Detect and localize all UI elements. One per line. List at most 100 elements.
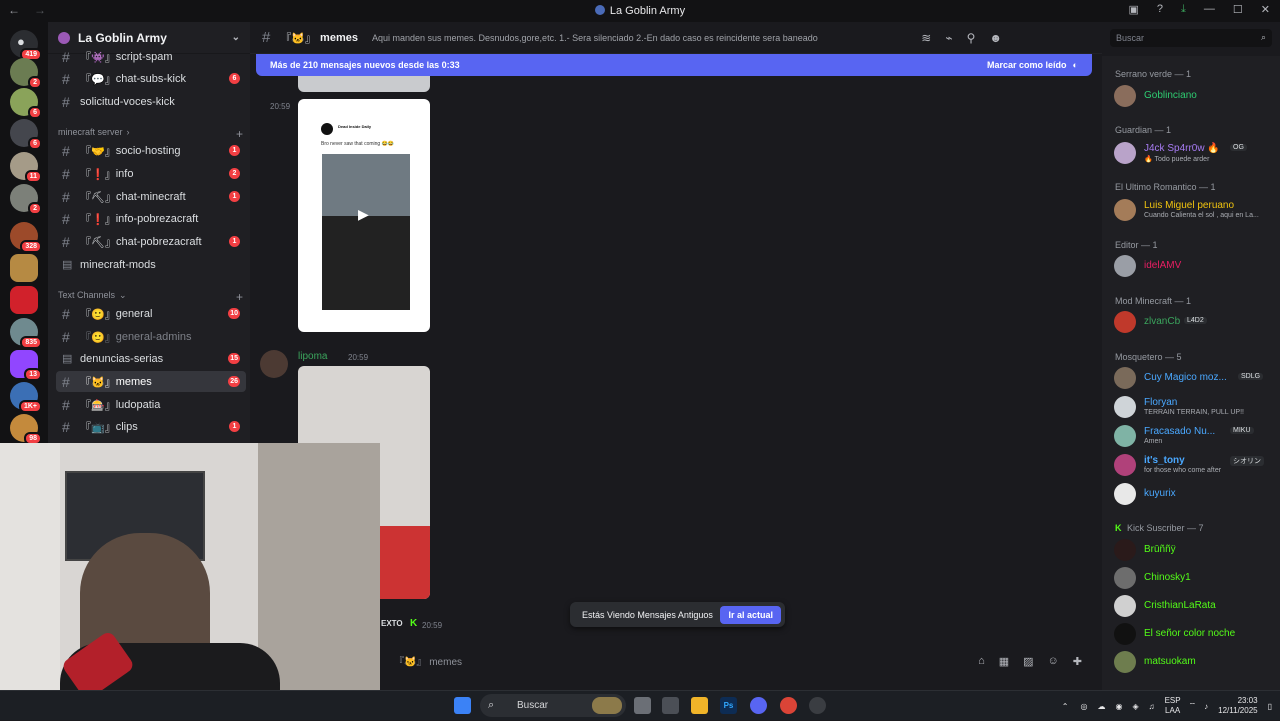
server-icon[interactable]: 835 (10, 318, 42, 349)
new-messages-bar[interactable]: Más de 210 mensajes nuevos desde las 0:3… (256, 54, 1092, 76)
help-icon[interactable]: ? (1157, 3, 1163, 16)
channel-clips[interactable]: # 『📺』 clips 1 (56, 416, 246, 437)
app-icon[interactable] (809, 697, 826, 714)
chevron-up-icon[interactable]: ⌃ (1062, 702, 1069, 711)
server-icon[interactable]: 2 (10, 184, 42, 215)
microphone-icon[interactable]: ♫ (1149, 702, 1155, 711)
channel-general-admins[interactable]: # 『🙂』 general-admins (56, 326, 246, 347)
channel-script-spam[interactable]: # 『👾』 script-spam (56, 46, 246, 67)
add-channel-icon[interactable]: + (236, 290, 243, 304)
sticker-icon[interactable]: ▨ (1023, 655, 1033, 668)
chrome-icon[interactable] (780, 697, 797, 714)
channel-chat-pobrezacraft[interactable]: # 『⛏』 chat-pobrezacraft 1 (56, 231, 246, 252)
member-item[interactable]: it's_tony シオリン for those who come after (1114, 452, 1274, 478)
server-icon[interactable]: 1K+ (10, 382, 42, 413)
notification-bell-icon[interactable]: ⌁ (945, 31, 952, 45)
channel-memes[interactable]: # 『🐱』 memes 26 (56, 371, 246, 392)
mark-as-read-button[interactable]: Marcar como leído (987, 60, 1067, 70)
server-icon[interactable]: 2 (10, 58, 42, 89)
channel-chat-minecraft[interactable]: # 『⛏』 chat-minecraft 1 (56, 186, 246, 207)
channel-minecraft-mods[interactable]: ▤ minecraft-mods (56, 254, 246, 275)
member-item[interactable]: Chinosky1 (1114, 565, 1274, 591)
member-item[interactable]: Brūññÿ (1114, 537, 1274, 563)
message-author[interactable]: EXTO (381, 619, 403, 628)
clock[interactable]: 23:03 12/11/2025 (1218, 696, 1257, 716)
gif-icon[interactable]: ▦ (999, 655, 1009, 668)
gift-icon[interactable]: ⌂ (978, 655, 985, 668)
windows-start-icon[interactable] (454, 697, 471, 714)
member-item[interactable]: idelAMV (1114, 253, 1274, 279)
language-indicator[interactable]: ESP LAA (1165, 696, 1181, 716)
server-icon[interactable] (10, 286, 38, 314)
inbox-icon[interactable]: ▣ (1129, 3, 1139, 16)
twitch-server-icon[interactable]: 13 (10, 350, 42, 381)
embed-video-card[interactable]: Dead Inside Daily Bro never saw that com… (298, 99, 430, 332)
volume-icon[interactable]: ♪ (1204, 702, 1208, 711)
member-item[interactable]: Floryan TERRAIN TERRAIN, PULL UP!! (1114, 394, 1274, 420)
server-icon[interactable]: 11 (10, 152, 42, 183)
hash-icon: # (62, 233, 70, 250)
tray-app-icon[interactable]: ◈ (1132, 702, 1138, 711)
channel-denuncias-serias[interactable]: ▤ denuncias-serias 15 (56, 348, 246, 369)
threads-icon[interactable]: ≋ (921, 31, 931, 45)
photoshop-icon[interactable]: Ps (720, 697, 737, 714)
previous-attachment[interactable] (298, 74, 430, 92)
jump-to-present-button[interactable]: Ir al actual (720, 605, 781, 624)
maximize-icon[interactable]: ☐ (1233, 3, 1243, 16)
member-item[interactable]: matsuokam (1114, 649, 1274, 675)
apps-icon[interactable]: ✚ (1073, 655, 1082, 668)
emoji-icon[interactable]: ☺ (1048, 655, 1059, 668)
member-item[interactable]: J4ck Sp4rr0w 🔥 OG 🔥 Todo puede arder (1114, 140, 1274, 166)
tray-app-icon[interactable]: ◉ (1115, 702, 1122, 711)
notification-icon[interactable]: ▯ (1268, 702, 1272, 711)
app-icon[interactable] (662, 697, 679, 714)
message-author[interactable]: lipoma (298, 351, 327, 362)
minimize-icon[interactable]: — (1204, 3, 1215, 16)
discord-icon[interactable] (750, 697, 767, 714)
channel-info[interactable]: # 『❗』 info 2 (56, 163, 246, 184)
play-icon[interactable]: ▶ (358, 206, 369, 223)
category-minecraft-server[interactable]: minecraft server › + (58, 127, 243, 141)
old-messages-notice: Estás Viendo Mensajes Antiguos Ir al act… (570, 602, 785, 627)
member-item[interactable]: Cuy Magico moz... SDLG (1114, 365, 1274, 391)
avatar[interactable] (260, 350, 288, 378)
server-icon[interactable]: 328 (10, 222, 42, 253)
embed-video[interactable]: ▶ (322, 154, 410, 310)
server-icon[interactable]: 6 (10, 119, 42, 150)
avatar (1114, 396, 1136, 418)
channel-chat-subs-kick[interactable]: # 『💬』 chat-subs-kick 6 (56, 68, 246, 89)
channel-topic[interactable]: Aqui manden sus memes. Desnudos,gore,etc… (372, 33, 872, 43)
pin-icon[interactable]: ⚲ (967, 31, 976, 45)
member-item[interactable]: Fracasado Nu... MIKU Amen (1114, 423, 1274, 449)
channel-general[interactable]: # 『🙂』 general 10 (56, 303, 246, 324)
channel-ludopatia[interactable]: # 『🎰』 ludopatia (56, 394, 246, 415)
member-item[interactable]: El señor color noche (1114, 621, 1274, 647)
category-text-channels[interactable]: Text Channels ⌄ + (58, 290, 243, 304)
wifi-icon[interactable]: ⌔ (1189, 701, 1197, 711)
server-icon[interactable]: 98 (10, 414, 42, 445)
add-channel-icon[interactable]: + (236, 127, 243, 141)
task-view-icon[interactable] (634, 697, 651, 714)
channel-solicitud-voces-kick[interactable]: # solicitud-voces-kick (56, 91, 246, 112)
member-item[interactable]: kuyurix (1114, 481, 1274, 507)
cloud-icon[interactable]: ☁ (1097, 702, 1105, 711)
channel-emoji: 『❗』 (80, 168, 116, 181)
server-icon[interactable]: 6 (10, 88, 42, 119)
taskbar-search[interactable]: ⌕ Buscar (480, 694, 626, 717)
tray-app-icon[interactable]: ◎ (1080, 702, 1087, 711)
channel-info-pobrezacraft[interactable]: # 『❗』 info-pobrezacraft (56, 208, 246, 229)
member-item[interactable]: Luis Miguel peruano Cuando Calienta el so… (1114, 197, 1274, 223)
member-item[interactable]: zlvanCb L4D2 (1114, 309, 1274, 335)
member-item[interactable]: Goblinciano (1114, 83, 1274, 109)
close-icon[interactable]: ✕ (1261, 3, 1270, 16)
chevron-down-icon[interactable]: ⌄ (232, 32, 240, 43)
message-input[interactable]: 『🐱』 memes ⌂ ▦ ▨ ☺ ✚ (380, 653, 1092, 673)
member-list-icon[interactable]: ☻ (989, 31, 1002, 45)
server-icon[interactable] (10, 254, 38, 282)
direct-messages-icon[interactable]: ● 419 (10, 30, 42, 61)
member-item[interactable]: CristhianLaRata (1114, 593, 1274, 619)
file-explorer-icon[interactable] (691, 697, 708, 714)
channel-socio-hosting[interactable]: # 『🤝』 socio-hosting 1 (56, 140, 246, 161)
search-input[interactable]: Buscar ⌕ (1110, 29, 1272, 47)
download-icon[interactable]: ⤓ (1181, 3, 1186, 16)
